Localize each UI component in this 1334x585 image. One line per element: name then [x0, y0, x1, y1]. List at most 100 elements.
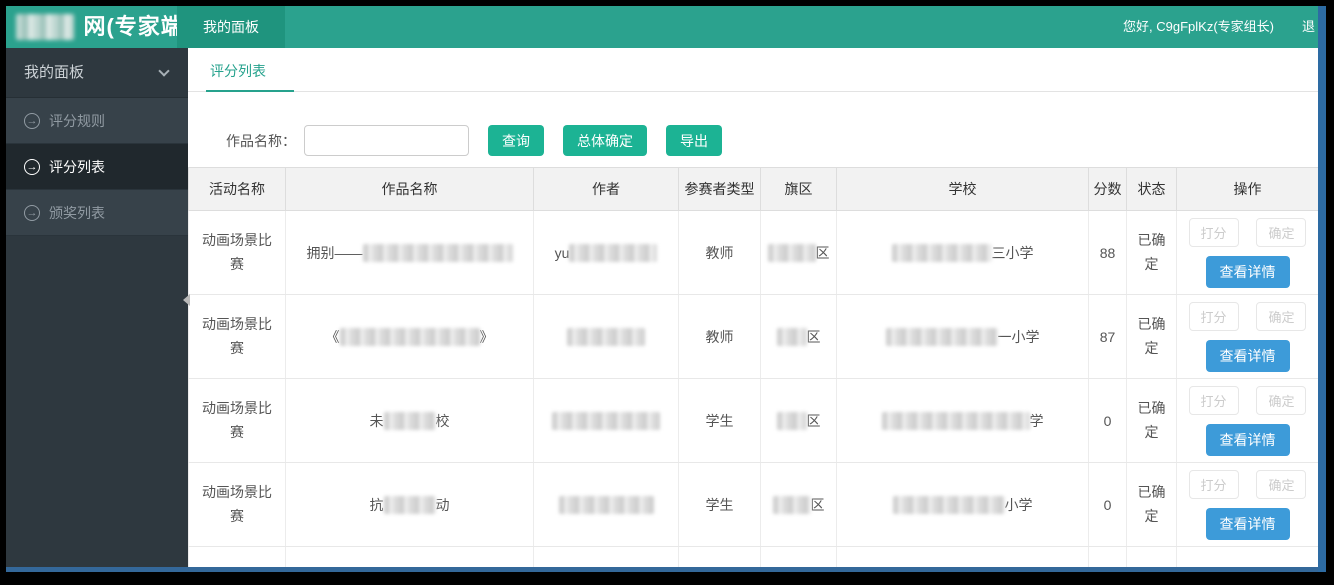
- cell-participant-type: 学生: [679, 379, 761, 463]
- redacted-text: [773, 496, 811, 514]
- circle-arrow-right-icon: →: [24, 113, 40, 129]
- sidebar-item-label: 颁奖列表: [49, 203, 105, 223]
- table-body: 动画场景比赛 拥别—— yu 教师 区 三小学 88 已确定 打分 确定 查看详…: [189, 211, 1319, 547]
- circle-arrow-right-icon: →: [24, 205, 40, 221]
- cell-work-name: 抗动: [286, 463, 534, 547]
- cell-school: 学: [837, 379, 1089, 463]
- sidebar-group-label: 我的面板: [24, 64, 84, 81]
- cell-district: 区: [761, 379, 837, 463]
- chevron-down-icon: [158, 65, 169, 76]
- view-detail-button[interactable]: 查看详情: [1206, 256, 1290, 288]
- cell-score: 0: [1089, 379, 1127, 463]
- cell-participant-type: 教师: [679, 295, 761, 379]
- cell-activity: 动画场景比赛: [189, 463, 286, 547]
- col-status: 状态: [1127, 168, 1177, 211]
- cell-score: 0: [1089, 463, 1127, 547]
- confirm-button-disabled[interactable]: 确定: [1256, 218, 1306, 247]
- confirm-all-button[interactable]: 总体确定: [563, 125, 647, 156]
- scoring-table: 活动名称 作品名称 作者 参赛者类型 旗区 学校 分数 状态 操作 动画场景比赛…: [188, 167, 1318, 567]
- cell-status: 已确定: [1127, 463, 1177, 547]
- cell-school: 小学: [837, 463, 1089, 547]
- view-detail-button[interactable]: 查看详情: [1206, 508, 1290, 540]
- logout-link[interactable]: 退: [1302, 6, 1317, 48]
- cell-actions: 打分 确定 查看详情: [1177, 379, 1319, 463]
- sidebar-item-award-list[interactable]: → 颁奖列表: [6, 190, 188, 236]
- redacted-text: [340, 328, 480, 346]
- col-activity-name: 活动名称: [189, 168, 286, 211]
- redacted-text: [777, 328, 807, 346]
- score-button-disabled[interactable]: 打分: [1189, 218, 1239, 247]
- redacted-text: [893, 496, 1005, 514]
- cell-participant-type: 学生: [679, 463, 761, 547]
- sidebar-collapse-triangle-left-icon[interactable]: [183, 294, 190, 306]
- cell-school: 三小学: [837, 211, 1089, 295]
- window-edge-bottom: [6, 567, 1318, 572]
- window-edge-right: [1318, 6, 1326, 572]
- score-button-disabled[interactable]: 打分: [1189, 470, 1239, 499]
- logo-image-redacted: [16, 14, 74, 40]
- cell-actions: 打分 确定 查看详情: [1177, 463, 1319, 547]
- sidebar-item-label: 评分规则: [49, 111, 105, 131]
- search-toolbar: 作品名称： 查询 总体确定 导出: [188, 92, 1318, 167]
- app-logo: 网(专家端): [16, 6, 192, 48]
- table-header-row: 活动名称 作品名称 作者 参赛者类型 旗区 学校 分数 状态 操作: [189, 168, 1319, 211]
- topbar-tab-my-panel[interactable]: 我的面板: [177, 6, 285, 48]
- cell-district: 区: [761, 211, 837, 295]
- tab-scoring-list[interactable]: 评分列表: [206, 48, 294, 92]
- confirm-button-disabled[interactable]: 确定: [1256, 470, 1306, 499]
- col-work-name: 作品名称: [286, 168, 534, 211]
- user-greeting: 您好, C9gFplKz(专家组长): [1123, 6, 1274, 48]
- score-button-disabled[interactable]: 打分: [1189, 302, 1239, 331]
- view-detail-button[interactable]: 查看详情: [1206, 424, 1290, 456]
- redacted-text: [569, 244, 657, 262]
- export-button[interactable]: 导出: [666, 125, 722, 156]
- table-row: 动画场景比赛 抗动 学生 区 小学 0 已确定 打分 确定 查看详情: [189, 463, 1319, 547]
- table-row-partial: [189, 547, 1319, 568]
- col-participant-type: 参赛者类型: [679, 168, 761, 211]
- redacted-text: [552, 412, 660, 430]
- app-title: 网(专家端): [83, 14, 192, 39]
- confirm-button-disabled[interactable]: 确定: [1256, 386, 1306, 415]
- redacted-text: [363, 244, 513, 262]
- cell-work-name: 拥别——: [286, 211, 534, 295]
- cell-participant-type: 教师: [679, 211, 761, 295]
- cell-score: 87: [1089, 295, 1127, 379]
- sidebar: 我的面板 → 评分规则 → 评分列表 → 颁奖列表: [6, 48, 188, 567]
- sidebar-item-scoring-list[interactable]: → 评分列表: [6, 144, 188, 190]
- confirm-button-disabled[interactable]: 确定: [1256, 302, 1306, 331]
- view-detail-button[interactable]: 查看详情: [1206, 340, 1290, 372]
- cell-actions: 打分 确定 查看详情: [1177, 211, 1319, 295]
- table-row: 动画场景比赛 拥别—— yu 教师 区 三小学 88 已确定 打分 确定 查看详…: [189, 211, 1319, 295]
- content-tabstrip: 评分列表: [188, 48, 1318, 92]
- cell-author: [534, 463, 679, 547]
- col-district: 旗区: [761, 168, 837, 211]
- score-button-disabled[interactable]: 打分: [1189, 386, 1239, 415]
- cell-status: 已确定: [1127, 295, 1177, 379]
- col-school: 学校: [837, 168, 1089, 211]
- cell-score: 88: [1089, 211, 1127, 295]
- redacted-text: [567, 328, 645, 346]
- cell-author: [534, 295, 679, 379]
- col-author: 作者: [534, 168, 679, 211]
- redacted-text: [777, 412, 807, 430]
- cell-actions: 打分 确定 查看详情: [1177, 295, 1319, 379]
- table-row: 动画场景比赛 未校 学生 区 学 0 已确定 打分 确定 查看详情: [189, 379, 1319, 463]
- redacted-text: [559, 496, 654, 514]
- redacted-text: [892, 244, 992, 262]
- cell-author: yu: [534, 211, 679, 295]
- cell-district: 区: [761, 463, 837, 547]
- col-score: 分数: [1089, 168, 1127, 211]
- work-name-search-input[interactable]: [304, 125, 469, 156]
- redacted-text: [886, 328, 998, 346]
- app-window: 网(专家端) 我的面板 您好, C9gFplKz(专家组长) 退 我的面板 → …: [6, 6, 1318, 567]
- sidebar-item-scoring-rules[interactable]: → 评分规则: [6, 98, 188, 144]
- topbar: 网(专家端) 我的面板 您好, C9gFplKz(专家组长) 退: [6, 6, 1318, 48]
- cell-activity: 动画场景比赛: [189, 379, 286, 463]
- sidebar-group-my-panel[interactable]: 我的面板: [6, 48, 188, 98]
- cell-work-name: 《》: [286, 295, 534, 379]
- sidebar-item-label: 评分列表: [49, 157, 105, 177]
- query-button[interactable]: 查询: [488, 125, 544, 156]
- cell-activity: 动画场景比赛: [189, 295, 286, 379]
- redacted-text: [882, 412, 1030, 430]
- main-content: 评分列表 作品名称： 查询 总体确定 导出 活动名称 作品名称 作者 参赛者类型: [188, 48, 1318, 567]
